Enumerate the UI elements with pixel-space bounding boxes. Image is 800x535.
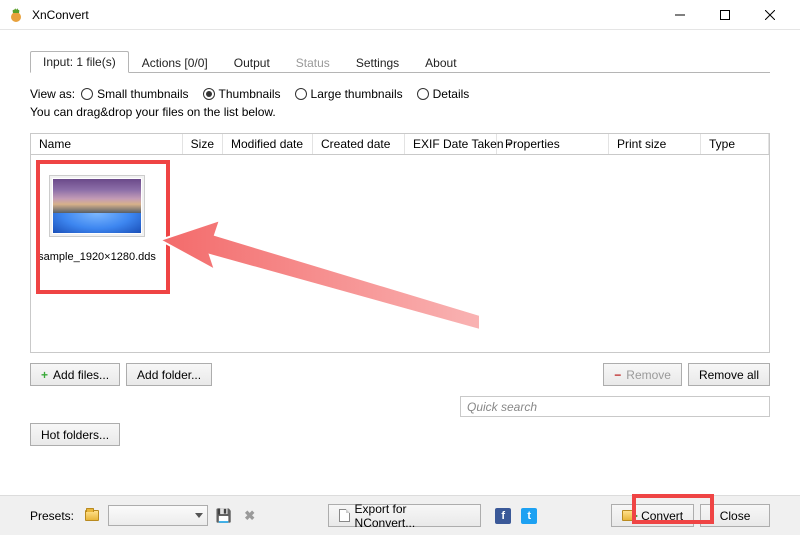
minimize-button[interactable] bbox=[657, 0, 702, 30]
presets-label: Presets: bbox=[30, 509, 74, 523]
tab-output[interactable]: Output bbox=[221, 52, 283, 73]
col-modified[interactable]: Modified date bbox=[223, 134, 313, 154]
radio-thumbnails[interactable]: Thumbnails bbox=[203, 87, 281, 101]
remove-button[interactable]: −Remove bbox=[603, 363, 682, 386]
file-thumbnail-item[interactable]: sample_1920×1280.dds bbox=[33, 163, 161, 263]
tab-input[interactable]: Input: 1 file(s) bbox=[30, 51, 129, 73]
radio-large-thumbnails[interactable]: Large thumbnails bbox=[295, 87, 403, 101]
tab-actions[interactable]: Actions [0/0] bbox=[129, 52, 221, 73]
convert-button[interactable]: Convert bbox=[611, 504, 694, 527]
maximize-button[interactable] bbox=[702, 0, 747, 30]
export-nconvert-button[interactable]: Export for NConvert... bbox=[328, 504, 482, 527]
tab-status[interactable]: Status bbox=[283, 52, 343, 73]
col-created[interactable]: Created date bbox=[313, 134, 405, 154]
radio-small-thumbnails[interactable]: Small thumbnails bbox=[81, 87, 188, 101]
plus-icon: + bbox=[41, 368, 48, 382]
twitter-icon: t bbox=[521, 508, 537, 524]
col-name[interactable]: Name bbox=[31, 134, 183, 154]
delete-icon: ✖ bbox=[244, 508, 255, 524]
remove-all-button[interactable]: Remove all bbox=[688, 363, 770, 386]
file-list-body[interactable]: sample_1920×1280.dds bbox=[30, 155, 770, 353]
footer-bar: Presets: 💾 ✖ Export for NConvert... f t … bbox=[0, 495, 800, 535]
tab-settings[interactable]: Settings bbox=[343, 52, 412, 73]
thumbnail-filename: sample_1920×1280.dds bbox=[33, 251, 161, 263]
col-exif[interactable]: EXIF Date Taken▾ bbox=[405, 134, 497, 154]
convert-icon bbox=[622, 510, 636, 521]
chevron-down-icon bbox=[195, 513, 203, 518]
main-tabs: Input: 1 file(s) Actions [0/0] Output St… bbox=[30, 50, 770, 73]
close-button[interactable]: Close bbox=[700, 504, 770, 527]
presets-folder-icon[interactable] bbox=[82, 506, 102, 526]
thumbnail-image[interactable] bbox=[49, 175, 145, 237]
titlebar: XnConvert bbox=[0, 0, 800, 30]
col-properties[interactable]: Properties bbox=[497, 134, 609, 154]
facebook-icon: f bbox=[495, 508, 511, 524]
twitter-button[interactable]: t bbox=[519, 506, 539, 526]
col-type[interactable]: Type bbox=[701, 134, 769, 154]
quick-search-input[interactable] bbox=[460, 396, 770, 417]
hot-folders-button[interactable]: Hot folders... bbox=[30, 423, 120, 446]
app-icon bbox=[8, 7, 24, 23]
save-icon: 💾 bbox=[216, 508, 232, 524]
add-files-button[interactable]: +Add files... bbox=[30, 363, 120, 386]
view-as-label: View as: bbox=[30, 87, 75, 101]
add-folder-button[interactable]: Add folder... bbox=[126, 363, 212, 386]
document-icon bbox=[339, 509, 350, 522]
radio-details[interactable]: Details bbox=[417, 87, 470, 101]
delete-preset-button[interactable]: ✖ bbox=[240, 506, 260, 526]
drag-drop-hint: You can drag&drop your files on the list… bbox=[30, 105, 770, 119]
tab-about[interactable]: About bbox=[412, 52, 469, 73]
file-list-header: Name Size Modified date Created date EXI… bbox=[30, 133, 770, 155]
close-window-button[interactable] bbox=[747, 0, 792, 30]
window-title: XnConvert bbox=[32, 8, 89, 22]
presets-dropdown[interactable] bbox=[108, 505, 208, 526]
save-preset-button[interactable]: 💾 bbox=[214, 506, 234, 526]
minus-icon: − bbox=[614, 368, 621, 382]
col-size[interactable]: Size bbox=[183, 134, 223, 154]
col-print[interactable]: Print size bbox=[609, 134, 701, 154]
facebook-button[interactable]: f bbox=[493, 506, 513, 526]
